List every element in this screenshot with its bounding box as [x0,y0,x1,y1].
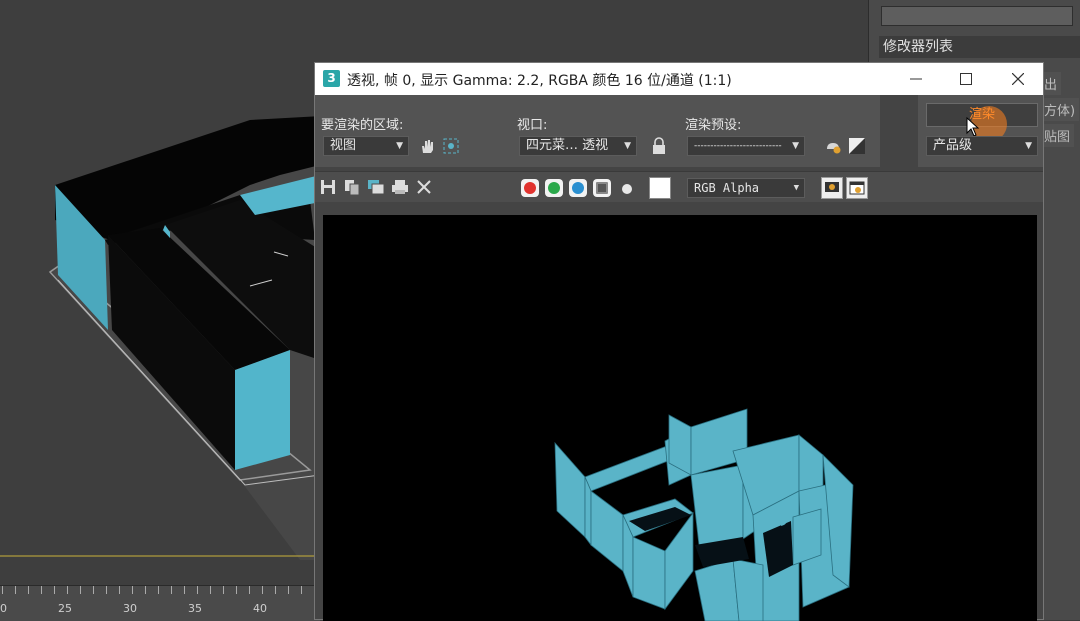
command-panel-fragment: 贴图 [1040,124,1075,147]
minimize-button[interactable] [893,63,939,95]
print-image-button[interactable] [390,177,410,197]
clone-window-icon [368,180,385,195]
alpha-channel-toggle[interactable] [593,179,611,197]
chevron-down-icon: ▼ [793,183,799,193]
window-title: 透视, 帧 0, 显示 Gamma: 2.2, RGBA 颜色 16 位/通道 … [347,73,732,89]
maximize-icon [960,73,972,85]
chevron-down-icon: ▼ [624,141,631,151]
green-channel-icon [548,182,560,194]
timeline-label: 30 [123,602,137,615]
render-preset-dropdown[interactable]: --------------------------- ▼ [687,136,805,156]
render-output-image[interactable] [323,215,1037,621]
print-icon [392,180,408,194]
save-image-button[interactable] [318,177,338,197]
auto-region-button[interactable] [441,136,461,156]
lock-icon [653,137,665,154]
copy-image-button[interactable] [342,177,362,197]
render-action-panel: 渲染 产品级 ▼ [918,95,1043,167]
toggle-ui-overlay-button[interactable] [821,177,843,199]
display-channel-value: RGB Alpha [694,181,760,195]
alpha-channel-icon [596,182,608,194]
render-button[interactable]: 渲染 [926,103,1038,142]
green-channel-toggle[interactable] [545,179,563,197]
red-channel-toggle[interactable] [521,179,539,197]
monochrome-toggle[interactable] [622,184,632,194]
copy-icon [345,180,360,195]
hand-icon [422,140,433,153]
chevron-down-icon: ▼ [396,141,403,151]
window-eye-icon [849,181,865,195]
modifier-list-dropdown[interactable]: 修改器列表 [879,36,1080,58]
clear-image-button[interactable] [414,177,434,197]
area-to-render-label: 要渲染的区域: [321,118,404,133]
display-channel-dropdown[interactable]: RGB Alpha ▼ [687,178,805,198]
rendered-frame-window: 3 透视, 帧 0, 显示 Gamma: 2.2, RGBA 颜色 16 位/通… [314,62,1044,621]
render-mode-value: 产品级 [933,138,973,153]
background-color-swatch[interactable] [649,177,671,199]
clone-frame-button[interactable] [366,177,386,197]
render-settings-toolbar: 要渲染的区域: 视图 ▼ 视口: 四元菜… 透视 ▼ 渲染预设: ---------… [315,95,880,167]
environment-button[interactable] [847,136,867,156]
area-to-render-value: 视图 [330,138,357,153]
close-button[interactable] [995,63,1041,95]
blue-channel-icon [572,182,584,194]
maximize-button[interactable] [943,63,989,95]
viewport-label: 视口: [517,118,548,133]
mouse-cursor-icon [966,117,980,137]
blue-channel-toggle[interactable] [569,179,587,197]
app-icon: 3 [323,70,340,87]
chevron-down-icon: ▼ [792,141,799,151]
toggle-ui-button[interactable] [846,177,868,199]
timeline-ruler[interactable]: 0 25 30 35 40 [0,585,320,621]
region-select-icon [443,138,459,154]
red-channel-icon [524,182,536,194]
monitor-eye-icon [825,182,839,192]
timeline-label: 0 [0,602,7,615]
close-icon [417,180,431,194]
teapot-gear-icon [827,143,841,154]
frame-buffer-toolbar: RGB Alpha ▼ [315,171,1043,202]
timeline-label: 25 [58,602,72,615]
chevron-down-icon: ▼ [1025,141,1032,151]
viewport-dropdown[interactable]: 四元菜… 透视 ▼ [519,136,637,156]
render-mode-dropdown[interactable]: 产品级 ▼ [926,136,1038,156]
timeline-label: 35 [188,602,202,615]
lock-viewport-button[interactable] [649,136,669,156]
minimize-icon [910,78,922,80]
render-preset-label: 渲染预设: [685,118,742,133]
object-name-field[interactable] [881,6,1073,26]
save-icon [321,180,335,194]
render-preset-value: --------------------------- [694,141,782,151]
viewport-value: 四元菜… 透视 [526,138,609,153]
exposure-icon [849,138,865,154]
close-icon [1012,73,1024,85]
command-panel-fragment: 方体) [1040,98,1080,121]
window-titlebar[interactable]: 3 透视, 帧 0, 显示 Gamma: 2.2, RGBA 颜色 16 位/通… [315,63,1043,95]
render-setup-button[interactable] [823,136,843,156]
rendered-building [554,408,854,621]
timeline-label: 40 [253,602,267,615]
area-to-render-dropdown[interactable]: 视图 ▼ [323,136,409,156]
edit-region-button[interactable] [417,136,437,156]
